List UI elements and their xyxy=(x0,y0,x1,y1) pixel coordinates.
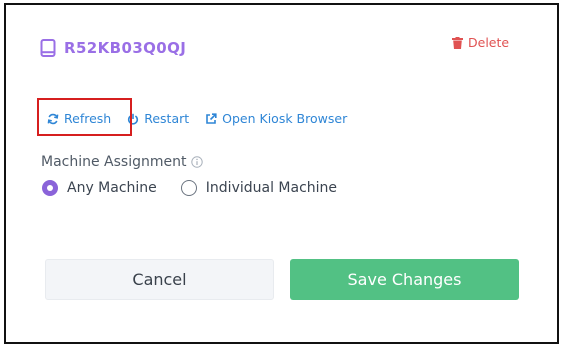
save-changes-button[interactable]: Save Changes xyxy=(290,259,519,300)
external-link-icon xyxy=(206,112,217,124)
refresh-highlight-box xyxy=(37,98,132,136)
radio-button-selected[interactable] xyxy=(42,180,58,196)
delete-label: Delete xyxy=(468,35,510,50)
restart-button[interactable]: Restart xyxy=(127,111,189,126)
restart-label: Restart xyxy=(144,111,190,126)
device-name: R52KB03Q0QJ xyxy=(64,39,187,57)
cancel-button[interactable]: Cancel xyxy=(45,259,274,300)
machine-assignment-label: Machine Assignment xyxy=(41,154,204,170)
any-machine-label: Any Machine xyxy=(67,180,157,196)
trash-icon xyxy=(452,36,463,49)
radio-button-unselected[interactable] xyxy=(180,180,197,196)
delete-button[interactable]: Delete xyxy=(452,35,509,50)
device-header: R52KB03Q0QJ xyxy=(40,39,186,57)
machine-assignment-text: Machine Assignment xyxy=(41,154,187,170)
open-kiosk-browser-button[interactable]: Open Kiosk Browser xyxy=(205,111,347,126)
tablet-icon xyxy=(40,39,56,57)
machine-assignment-radio-group: Any Machine Individual Machine xyxy=(42,180,337,196)
open-kiosk-browser-label: Open Kiosk Browser xyxy=(222,111,348,126)
individual-machine-label: Individual Machine xyxy=(205,180,338,196)
info-icon[interactable] xyxy=(191,156,204,168)
radio-any-machine[interactable]: Any Machine xyxy=(42,180,157,196)
radio-individual-machine[interactable]: Individual Machine xyxy=(180,180,338,196)
